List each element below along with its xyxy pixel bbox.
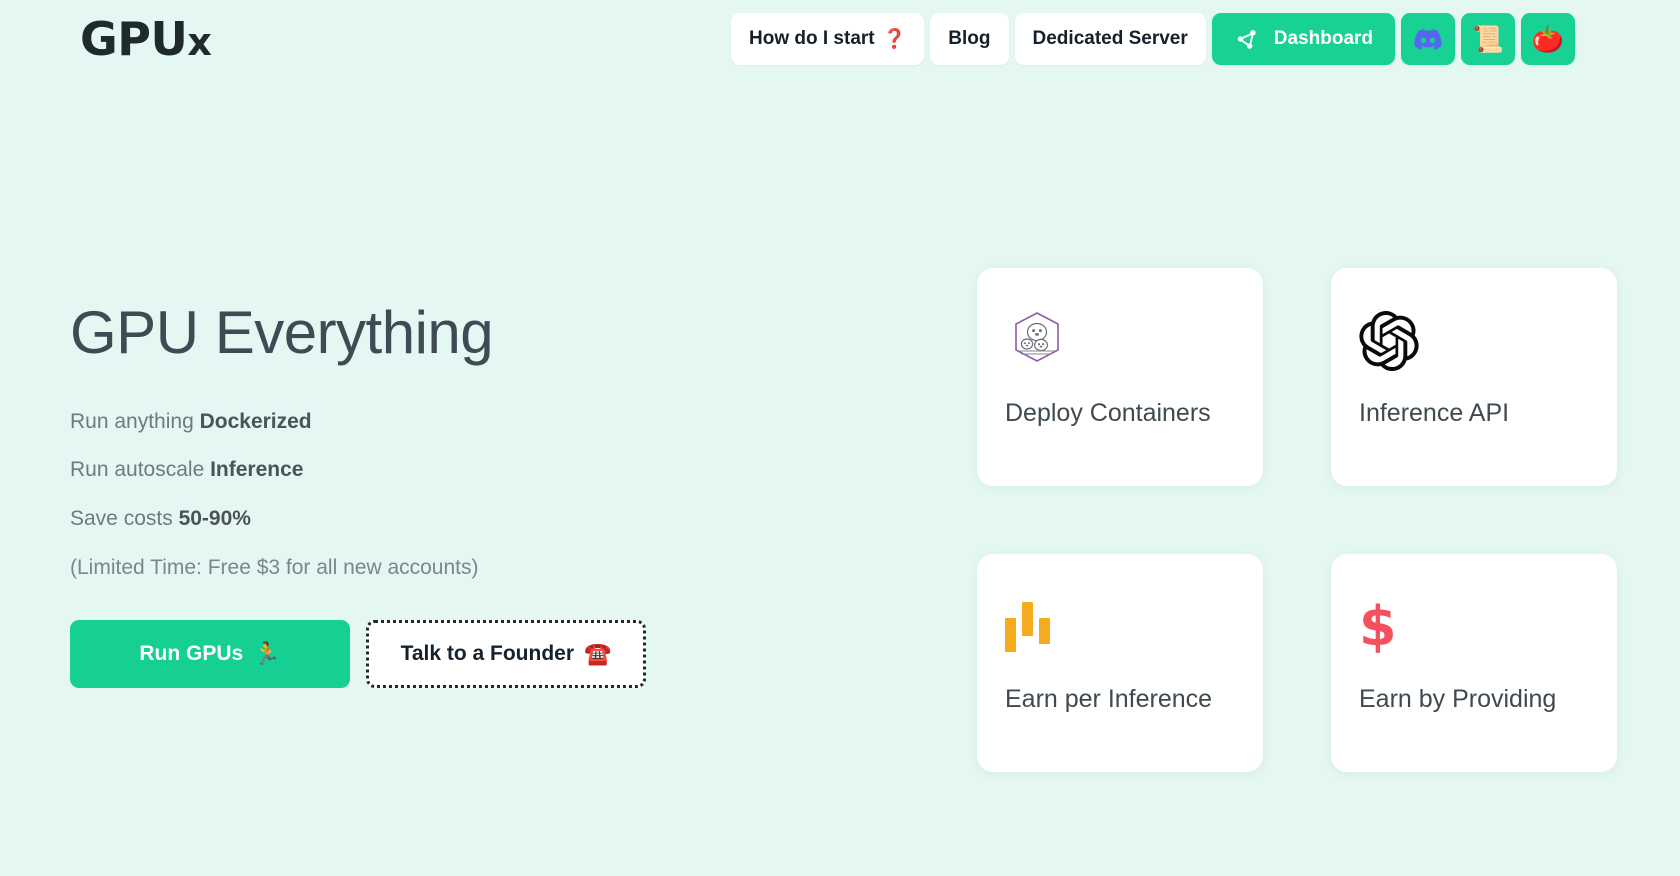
docker-moby-icon bbox=[1005, 308, 1235, 374]
nav-label-dashboard: Dashboard bbox=[1273, 28, 1374, 49]
card-label-earn-per-inference: Earn per Inference bbox=[1005, 685, 1213, 713]
site-header: GPUx How do I start ❓ Blog Dedicated Ser… bbox=[0, 0, 1680, 92]
nav-item-how-do-i-start[interactable]: How do I start ❓ bbox=[731, 13, 925, 65]
hero-bullet-save-costs: Save costs 50-90% bbox=[70, 505, 770, 532]
nav-item-dedicated-server[interactable]: Dedicated Server bbox=[1014, 13, 1206, 65]
bar-2 bbox=[1022, 602, 1033, 636]
tomato-icon: 🍅 bbox=[1531, 24, 1565, 54]
bar-chart-icon bbox=[1005, 594, 1235, 660]
nav-label-blog: Blog bbox=[948, 28, 991, 49]
hero-bullet-lead-2: Run autoscale bbox=[70, 458, 211, 482]
hero-bullet-lead-3: Save costs bbox=[70, 506, 179, 530]
card-earn-by-providing[interactable]: $ Earn by Providing bbox=[1331, 554, 1617, 772]
card-inference-api[interactable]: Inference API bbox=[1331, 268, 1617, 486]
hero-bullet-strong-1: Dockerized bbox=[199, 410, 312, 433]
nav-label-how-do-i-start: How do I start bbox=[749, 28, 875, 49]
card-earn-per-inference[interactable]: Earn per Inference bbox=[977, 554, 1263, 772]
bar-3 bbox=[1039, 618, 1050, 644]
question-mark-icon: ❓ bbox=[882, 28, 907, 50]
card-label-inference-api: Inference API bbox=[1359, 399, 1510, 427]
dollar-sign-icon: $ bbox=[1359, 595, 1397, 658]
share-nodes-icon bbox=[1234, 26, 1260, 52]
hero-bullet-dockerized: Run anything Dockerized bbox=[70, 408, 770, 435]
card-label-deploy-containers: Deploy Containers bbox=[1005, 399, 1211, 427]
openai-icon bbox=[1359, 308, 1589, 374]
main-nav: How do I start ❓ Blog Dedicated Server D… bbox=[731, 13, 1576, 65]
nav-item-blog[interactable]: Blog bbox=[930, 13, 1009, 65]
nav-label-dedicated-server: Dedicated Server bbox=[1032, 28, 1188, 49]
run-gpus-label: Run GPUs bbox=[139, 641, 244, 665]
limited-time-offer: (Limited Time: Free $3 for all new accou… bbox=[70, 555, 479, 579]
card-label-earn-by-providing: Earn by Providing bbox=[1359, 685, 1557, 713]
nav-item-docs[interactable]: 📜 bbox=[1461, 13, 1516, 65]
feature-card-grid: Deploy Containers Inference API Earn per… bbox=[977, 268, 1617, 772]
run-gpus-button[interactable]: Run GPUs 🏃 bbox=[70, 619, 350, 688]
runner-icon: 🏃 bbox=[253, 640, 281, 666]
card-deploy-containers[interactable]: Deploy Containers bbox=[977, 268, 1263, 486]
hero-section: GPU Everything Run anything Dockerized R… bbox=[70, 300, 770, 688]
talk-to-founder-label: Talk to a Founder bbox=[400, 641, 575, 665]
bar-1 bbox=[1005, 618, 1016, 652]
hero-bullet-lead-1: Run anything bbox=[70, 410, 200, 433]
brand-logo-prefix: GPU bbox=[80, 12, 188, 66]
talk-to-founder-button[interactable]: Talk to a Founder ☎️ bbox=[366, 619, 646, 688]
page-title: GPU Everything bbox=[70, 299, 494, 366]
brand-logo-suffix: x bbox=[187, 20, 212, 64]
hero-bullet-inference: Run autoscale Inference bbox=[70, 456, 770, 483]
cta-row: Run GPUs 🏃 Talk to a Founder ☎️ bbox=[70, 619, 770, 688]
nav-item-tomato[interactable]: 🍅 bbox=[1521, 13, 1576, 65]
hero-bullet-strong-3: 50-90% bbox=[178, 506, 251, 530]
nav-item-discord[interactable] bbox=[1401, 13, 1456, 65]
brand-logo[interactable]: GPUx bbox=[80, 16, 212, 64]
discord-icon bbox=[1414, 28, 1442, 50]
telephone-icon: ☎️ bbox=[584, 640, 612, 666]
scroll-icon: 📜 bbox=[1471, 24, 1505, 54]
nav-item-dashboard[interactable]: Dashboard bbox=[1211, 13, 1396, 65]
landing-page: GPUx How do I start ❓ Blog Dedicated Ser… bbox=[0, 0, 1680, 876]
hero-bullet-strong-2: Inference bbox=[210, 458, 304, 482]
